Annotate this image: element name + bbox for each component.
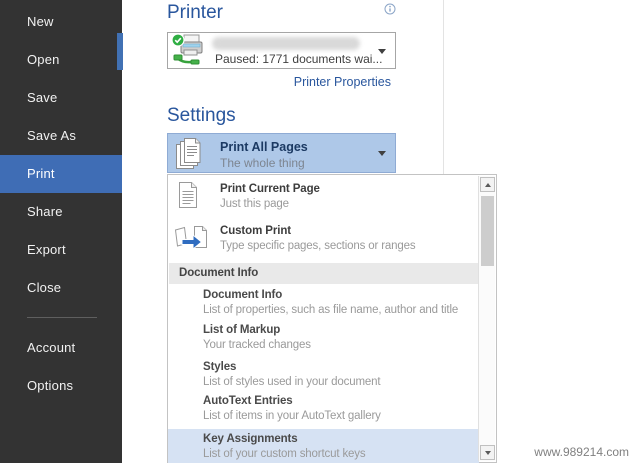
option-print-current-page[interactable]: Print Current Page Just this page — [168, 180, 479, 220]
sidebar-item-share[interactable]: Share — [0, 193, 122, 231]
sidebar-item-account[interactable]: Account — [0, 329, 122, 367]
option-list-of-markup[interactable]: List of Markup Your tracked changes — [168, 322, 479, 355]
sidebar-item-export[interactable]: Export — [0, 231, 122, 269]
sidebar-item-print[interactable]: Print — [0, 155, 122, 193]
print-range-dropdown: Print Current Page Just this page Custom… — [167, 174, 497, 463]
option-title: Custom Print — [220, 225, 291, 237]
sidebar-item-options[interactable]: Options — [0, 367, 122, 405]
dropdown-section-header: Document Info — [169, 263, 479, 284]
chevron-down-icon — [378, 151, 386, 156]
option-subtitle: List of items in your AutoText gallery — [203, 410, 381, 422]
option-title: Styles — [203, 361, 237, 373]
sidebar-item-open[interactable]: Open — [0, 41, 122, 79]
triangle-up-icon — [484, 182, 491, 187]
sidebar-item-save-as[interactable]: Save As — [0, 117, 122, 155]
printer-icon — [171, 33, 209, 72]
dropdown-scrollbar[interactable] — [478, 176, 495, 461]
selected-option-subtitle: The whole thing — [220, 156, 305, 170]
sidebar-divider — [27, 317, 97, 318]
info-icon[interactable] — [384, 2, 396, 20]
print-range-select[interactable]: Print All Pages The whole thing — [167, 133, 396, 173]
option-title: Document Info — [203, 289, 283, 301]
watermark: www.989214.com — [534, 445, 629, 459]
printer-heading: Printer — [167, 2, 223, 23]
printer-name-redacted — [212, 37, 360, 50]
option-custom-print[interactable]: Custom Print Type specific pages, sectio… — [168, 222, 479, 262]
option-subtitle: List of styles used in your document — [203, 376, 381, 388]
word-backstage-print-view: New Open Save Save As Print Share Export… — [0, 0, 637, 463]
scroll-up-button[interactable] — [480, 177, 495, 192]
printer-select[interactable]: Paused: 1771 documents wai... — [167, 32, 396, 69]
option-subtitle: List of properties, such as file name, a… — [203, 304, 459, 316]
option-title: List of Markup — [203, 324, 281, 336]
printer-properties-link[interactable]: Printer Properties — [167, 75, 391, 89]
sidebar-item-close[interactable]: Close — [0, 269, 122, 307]
sidebar-item-new[interactable]: New — [0, 3, 122, 41]
custom-print-icon — [173, 223, 209, 258]
chevron-down-icon — [378, 49, 386, 54]
print-all-pages-icon — [175, 137, 205, 176]
option-title: Key Assignments — [203, 433, 298, 445]
option-autotext-entries[interactable]: AutoText Entries List of items in your A… — [168, 393, 479, 426]
option-subtitle: Just this page — [220, 198, 289, 210]
settings-heading: Settings — [167, 105, 236, 126]
selected-option-title: Print All Pages — [220, 140, 308, 154]
printer-status: Paused: 1771 documents wai... — [215, 52, 383, 66]
option-subtitle: Type specific pages, sections or ranges — [220, 240, 416, 252]
option-styles[interactable]: Styles List of styles used in your docum… — [168, 359, 479, 392]
scrollbar-thumb[interactable] — [481, 196, 494, 266]
sidebar-item-save[interactable]: Save — [0, 79, 122, 117]
option-title: AutoText Entries — [203, 395, 293, 407]
option-title: Print Current Page — [220, 183, 320, 195]
print-current-page-icon — [176, 181, 200, 215]
option-document-info[interactable]: Document Info List of properties, such a… — [168, 287, 479, 320]
sidebar-scroll-notch — [117, 33, 123, 70]
option-subtitle: Your tracked changes — [203, 339, 311, 351]
backstage-sidebar: New Open Save Save As Print Share Export… — [0, 0, 122, 463]
